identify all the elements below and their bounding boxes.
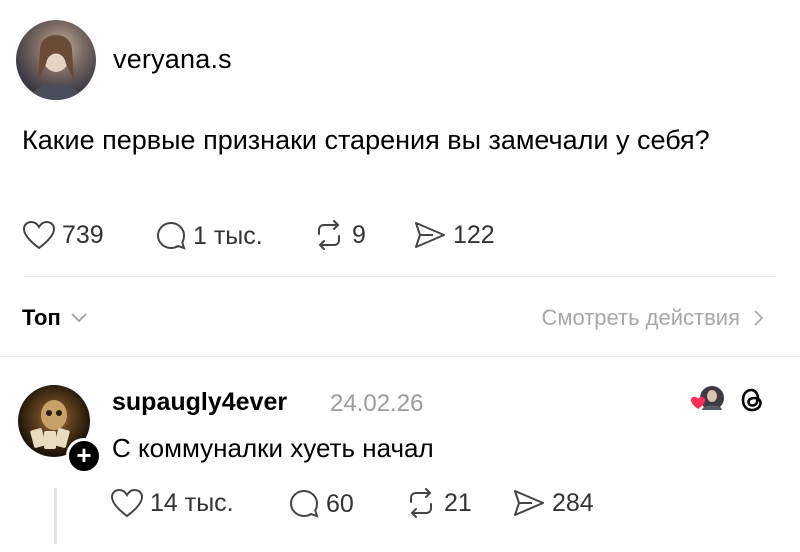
chevron-right-icon [754,310,764,326]
reply-count: 1 тыс. [193,221,263,250]
divider [24,276,776,277]
reply-button[interactable]: 1 тыс. [155,220,263,252]
reply-repost-count: 21 [444,488,472,517]
chevron-down-icon [71,313,87,323]
reply-date: 24.02.26 [330,390,424,417]
share-button[interactable]: 122 [413,220,495,250]
reply-reply-button[interactable]: 60 [288,488,354,520]
repost-count: 9 [352,220,366,249]
reply-like-count: 14 тыс. [150,488,234,517]
threads-logo-icon[interactable] [737,385,767,420]
heart-icon [691,396,705,409]
section-divider [0,356,800,357]
reply-reply-count: 60 [326,489,354,518]
like-button[interactable]: 739 [22,220,104,250]
share-icon [415,222,445,248]
liked-by-author-indicator [690,382,726,418]
comment-icon [156,221,186,250]
follow-plus-button[interactable]: + [66,438,102,474]
post-text: Какие первые признаки старения вы замеча… [22,125,710,155]
comment-icon [289,489,319,518]
view-activity-label: Смотреть действия [541,305,740,330]
reply-username[interactable]: supaugly4ever [112,388,287,417]
reply-like-button[interactable]: 14 тыс. [110,488,234,518]
author-username[interactable]: veryana.s [113,44,232,75]
repost-icon [410,488,432,518]
heart-icon [22,220,56,250]
reply-share-button[interactable]: 284 [512,488,594,518]
author-avatar[interactable] [16,20,96,100]
reply-repost-button[interactable]: 21 [404,488,472,518]
reply-text: С коммуналки хуеть начал [112,433,434,463]
view-activity-link[interactable]: Смотреть действия [541,305,764,331]
reply-share-count: 284 [552,488,594,517]
repost-button[interactable]: 9 [312,220,366,250]
share-count: 122 [453,220,495,249]
like-count: 739 [62,220,104,249]
sort-dropdown[interactable]: Топ [22,305,87,331]
repost-icon [318,220,340,250]
heart-icon [110,488,144,518]
share-icon [514,490,544,516]
sort-label: Топ [22,305,61,330]
thread-line [54,488,57,544]
